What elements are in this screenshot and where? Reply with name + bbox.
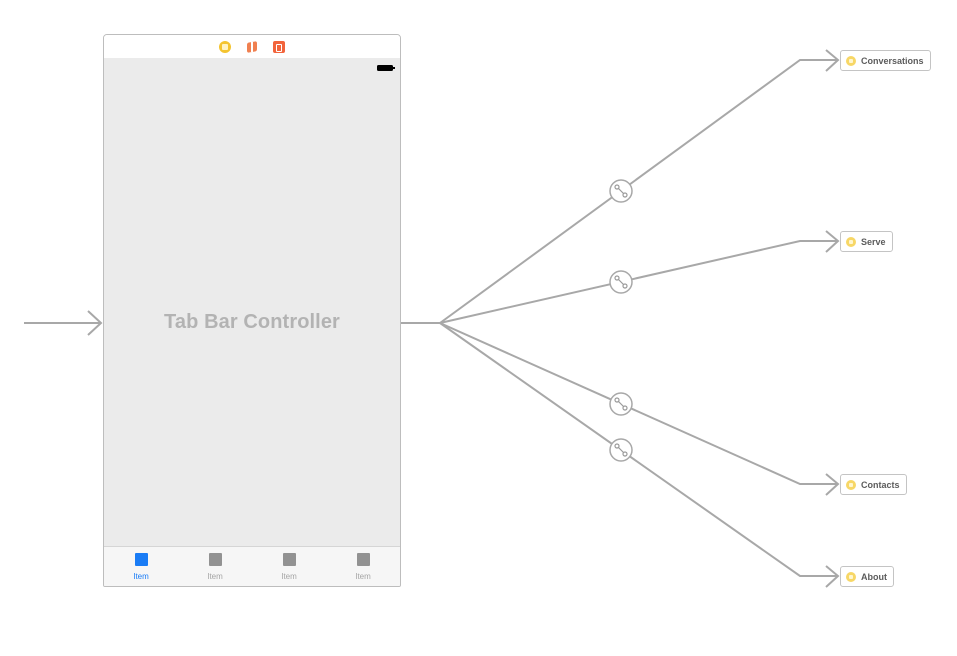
tab-item-label: Item bbox=[281, 572, 297, 581]
tab-item-icon bbox=[282, 553, 296, 566]
destination-label: Conversations bbox=[861, 55, 924, 66]
destination-label: Serve bbox=[861, 236, 886, 247]
segue-badge-serve[interactable] bbox=[609, 270, 633, 294]
view-controller-icon[interactable] bbox=[219, 40, 231, 53]
destination-label: About bbox=[861, 571, 887, 582]
tab-item-icon bbox=[356, 553, 370, 566]
destination-contacts[interactable]: Contacts bbox=[840, 474, 907, 495]
segue-contacts[interactable] bbox=[439, 322, 840, 496]
scene-title: Tab Bar Controller bbox=[164, 311, 340, 333]
battery-icon bbox=[377, 65, 395, 71]
storyboard-canvas[interactable]: Tab Bar Controller Item Item Item Item C… bbox=[0, 0, 957, 656]
destination-conversations[interactable]: Conversations bbox=[840, 50, 931, 71]
tab-item-label: Item bbox=[133, 572, 149, 581]
segue-serve[interactable] bbox=[439, 230, 840, 324]
destination-serve[interactable]: Serve bbox=[840, 231, 893, 252]
tab-item-label: Item bbox=[355, 572, 371, 581]
destination-label: Contacts bbox=[861, 479, 900, 490]
view-controller-icon bbox=[846, 571, 856, 582]
segue-badge-contacts[interactable] bbox=[609, 392, 633, 416]
tab-bar-item[interactable]: Item bbox=[252, 547, 326, 586]
tab-item-icon bbox=[134, 553, 148, 566]
segue-conversations[interactable] bbox=[439, 49, 840, 324]
segue-badge-about[interactable] bbox=[609, 438, 633, 462]
segue-badge-conversations[interactable] bbox=[609, 179, 633, 203]
scene-dock[interactable] bbox=[104, 35, 400, 59]
tab-item-label: Item bbox=[207, 572, 223, 581]
view-controller-icon bbox=[846, 55, 856, 66]
exit-icon[interactable] bbox=[273, 40, 285, 53]
tab-bar-controller-scene[interactable]: Tab Bar Controller Item Item Item Item bbox=[103, 34, 401, 587]
tab-bar-item[interactable]: Item bbox=[104, 547, 178, 586]
segue-about[interactable] bbox=[439, 322, 840, 588]
scene-view[interactable]: Tab Bar Controller bbox=[104, 58, 400, 546]
initial-scene-arrow[interactable] bbox=[24, 310, 103, 336]
destination-about[interactable]: About bbox=[840, 566, 894, 587]
tab-bar-item[interactable]: Item bbox=[178, 547, 252, 586]
tab-bar-item[interactable]: Item bbox=[326, 547, 400, 586]
tab-bar[interactable]: Item Item Item Item bbox=[104, 546, 400, 586]
view-controller-icon bbox=[846, 479, 856, 490]
view-controller-icon bbox=[846, 236, 856, 247]
tab-item-icon bbox=[208, 553, 222, 566]
first-responder-icon[interactable] bbox=[246, 41, 258, 53]
